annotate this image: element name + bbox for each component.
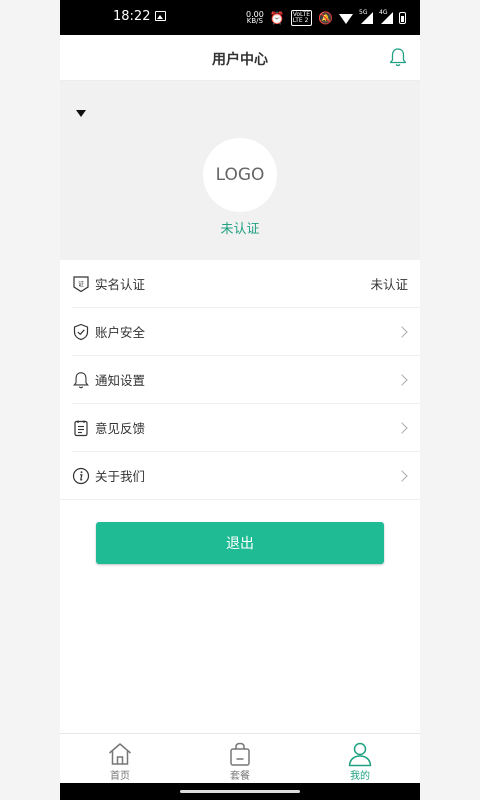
tab-label: 我的: [350, 771, 370, 782]
auth-status-label: 未认证: [220, 222, 260, 237]
bell-icon: [72, 371, 90, 389]
menu-item-label: 意见反馈: [95, 421, 146, 436]
gallery-notification-icon: [155, 11, 166, 21]
mute-icon: 🔕: [318, 11, 333, 25]
status-bar: 18:22 0.00 KB/S ⏰ VoLTE LTE 2 🔕 5G 4G: [60, 0, 420, 35]
chevron-right-icon: [396, 373, 408, 386]
info-icon: [72, 467, 90, 485]
chevron-right-icon: [396, 421, 408, 434]
bag-icon: [227, 741, 253, 767]
net-speed-unit: KB/S: [246, 17, 263, 25]
menu-item-account-security[interactable]: 账户安全: [72, 308, 420, 356]
avatar-logo[interactable]: LOGO: [203, 138, 277, 212]
phone-screen: 18:22 0.00 KB/S ⏰ VoLTE LTE 2 🔕 5G 4G 用户…: [60, 0, 420, 800]
user-icon: [347, 741, 373, 767]
bell-icon[interactable]: [389, 47, 407, 67]
page-title: 用户中心: [212, 52, 268, 68]
menu-item-label: 账户安全: [95, 325, 146, 340]
net-speed: 0.00 KB/S: [246, 11, 264, 25]
tab-label: 首页: [110, 771, 130, 782]
menu-item-feedback[interactable]: 意见反馈: [72, 404, 420, 452]
tab-packages[interactable]: 套餐: [180, 734, 300, 783]
tab-label: 套餐: [230, 771, 250, 782]
tab-home[interactable]: 首页: [60, 734, 180, 783]
settings-menu: 证 实名认证 未认证 账户安全 通知设置 意见反馈 关于我们: [60, 260, 420, 500]
logout-button[interactable]: 退出: [96, 522, 384, 564]
svg-text:证: 证: [78, 281, 84, 288]
system-nav-bar: [60, 783, 420, 800]
home-icon: [107, 741, 133, 767]
real-name-status: 未认证: [370, 277, 408, 292]
status-time: 18:22: [113, 9, 151, 24]
chevron-right-icon: [396, 325, 408, 338]
menu-item-real-name-auth[interactable]: 证 实名认证 未认证: [72, 260, 420, 308]
shield-check-icon: [72, 323, 90, 341]
id-card-icon: 证: [72, 275, 90, 293]
home-gesture-pill[interactable]: [180, 790, 300, 793]
signal-5g-icon: 5G: [359, 9, 373, 24]
menu-item-label: 关于我们: [95, 469, 146, 484]
menu-item-label: 通知设置: [95, 373, 146, 388]
bottom-tab-bar: 首页 套餐 我的: [60, 733, 420, 783]
clipboard-icon: [72, 419, 90, 437]
volte-icon: VoLTE LTE 2: [290, 10, 313, 26]
volte-bottom: LTE 2: [292, 17, 309, 24]
alarm-icon: ⏰: [269, 11, 285, 25]
chevron-right-icon: [396, 469, 408, 482]
menu-item-label: 实名认证: [95, 277, 146, 292]
tab-mine[interactable]: 我的: [300, 734, 420, 783]
signal-4g-icon: 4G: [379, 9, 393, 24]
wifi-icon: [339, 13, 353, 24]
caret-down-icon[interactable]: [76, 110, 86, 117]
battery-icon: [399, 12, 406, 24]
menu-item-notification-settings[interactable]: 通知设置: [72, 356, 420, 404]
profile-section: LOGO 未认证: [60, 81, 420, 260]
app-header: 用户中心: [60, 35, 420, 81]
menu-item-about-us[interactable]: 关于我们: [60, 452, 420, 500]
